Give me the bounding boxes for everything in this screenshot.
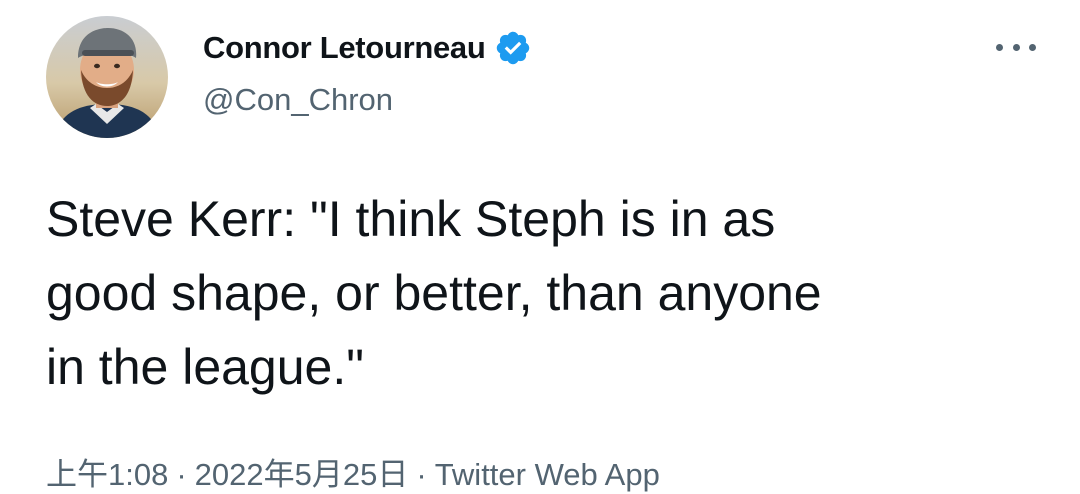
dot <box>996 43 1003 51</box>
separator: · <box>416 457 427 492</box>
separator: · <box>176 457 187 492</box>
author-info: Connor Letourneau @Con_Chron <box>203 28 532 118</box>
user-handle[interactable]: @Con_Chron <box>203 82 532 118</box>
avatar-image <box>46 16 168 138</box>
tweet-text: Steve Kerr: "I think Steph is in as good… <box>46 191 822 395</box>
tweet-source[interactable]: Twitter Web App <box>435 457 660 492</box>
tweet-date[interactable]: 2022年5月25日 <box>195 457 409 492</box>
dot <box>1029 43 1036 51</box>
verified-badge-icon <box>494 29 532 67</box>
tweet-time[interactable]: 上午1:08 <box>46 457 168 492</box>
dot <box>1012 43 1020 51</box>
more-options-icon[interactable] <box>996 34 1036 60</box>
tweet-metadata: 上午1:08 · 2022年5月25日 · Twitter Web App <box>46 449 660 494</box>
avatar[interactable] <box>46 16 168 138</box>
tweet: Connor Letourneau @Con_Chron Steve Kerr:… <box>0 0 1080 492</box>
name-row: Connor Letourneau <box>203 28 532 68</box>
display-name[interactable]: Connor Letourneau <box>203 30 486 66</box>
